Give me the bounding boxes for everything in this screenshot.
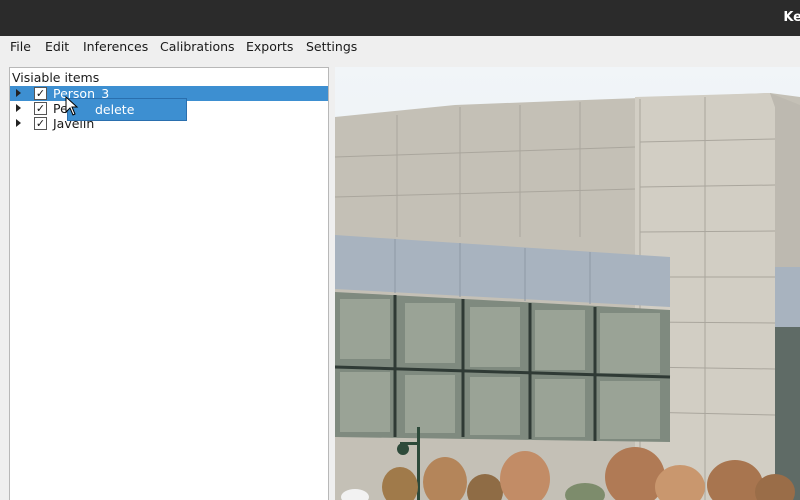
camera-view-image [335, 67, 800, 500]
panel-header-label: Visiable items [12, 70, 100, 85]
window-title: Ke [783, 10, 800, 25]
menu-file[interactable]: File [10, 39, 31, 54]
panel-header: Visiable items [10, 68, 328, 86]
visibility-checkbox[interactable]: ✓ [34, 102, 47, 115]
menu-inferences[interactable]: Inferences [83, 39, 148, 54]
visibility-checkbox[interactable]: ✓ [34, 117, 47, 130]
visibility-checkbox[interactable]: ✓ [34, 87, 47, 100]
visible-items-panel: Visiable items ✓ Person_3 ✓ Pe ✓ Javelin [9, 67, 329, 500]
menu-edit[interactable]: Edit [45, 39, 69, 54]
menu-exports[interactable]: Exports [246, 39, 293, 54]
expand-arrow-icon[interactable] [16, 89, 21, 97]
menu-settings[interactable]: Settings [306, 39, 357, 54]
mouse-cursor-icon [65, 96, 79, 116]
title-bar: Ke [0, 0, 800, 36]
expand-arrow-icon[interactable] [16, 104, 21, 112]
context-menu: delete [67, 98, 187, 121]
delete-menu-item[interactable]: delete [95, 102, 134, 117]
building-photo [335, 67, 800, 500]
menu-calibrations[interactable]: Calibrations [160, 39, 235, 54]
menu-bar: File Edit Inferences Calibrations Export… [0, 36, 800, 58]
expand-arrow-icon[interactable] [16, 119, 21, 127]
